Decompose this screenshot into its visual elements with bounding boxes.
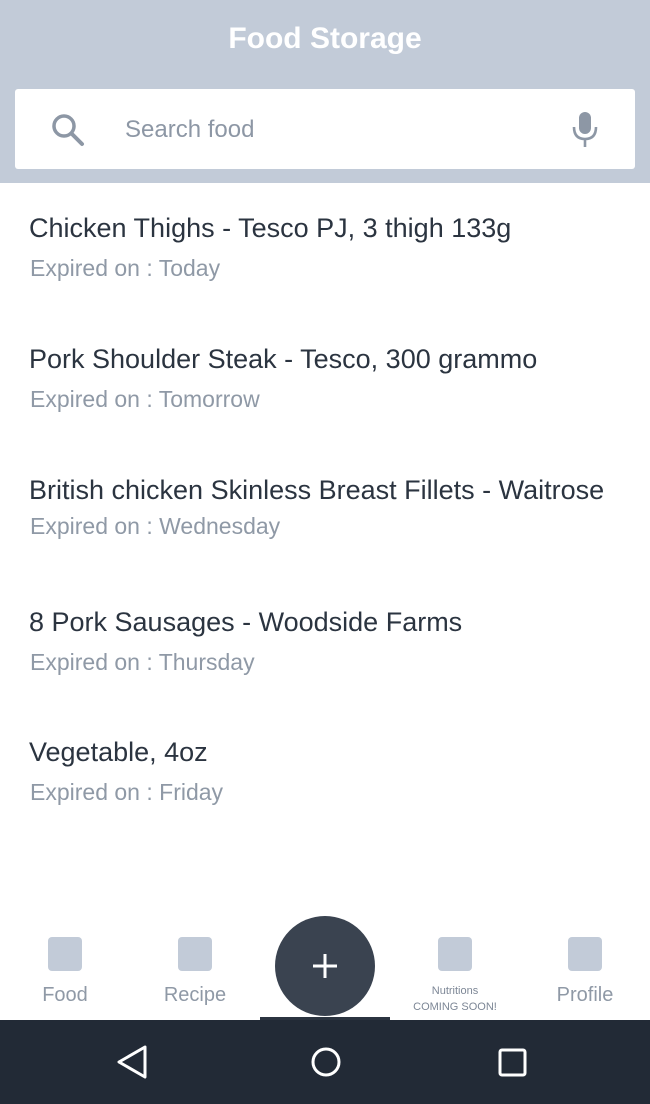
expiry-day: Wednesday <box>159 513 281 539</box>
nav-label-recipe: Recipe <box>163 984 227 1006</box>
expiry-prefix: Expired on : <box>30 513 160 539</box>
home-circle-icon[interactable] <box>309 1044 343 1080</box>
add-food-button[interactable] <box>275 916 375 1016</box>
back-triangle-icon[interactable] <box>115 1044 149 1080</box>
microphone-icon[interactable] <box>571 111 599 149</box>
search-input[interactable] <box>123 107 547 153</box>
expiry-day: Thursday <box>158 649 255 675</box>
food-item-name: British chicken Skinless Breast Fillets … <box>29 475 605 505</box>
nutritions-label: Nutritions <box>431 985 479 997</box>
food-item-name: Pork Shoulder Steak - Tesco, 300 grammo <box>29 344 538 374</box>
nav-tab-profile[interactable]: Profile <box>520 920 650 1020</box>
system-navigation-bar <box>0 1020 650 1104</box>
coming-soon-label: COMING SOON! <box>413 1001 497 1013</box>
food-item-expiry: Expired on : Today <box>30 255 220 282</box>
nav-label-profile: Profile <box>556 984 614 1006</box>
food-item-expiry: Expired on : Thursday <box>30 649 255 676</box>
expiry-prefix: Expired on : <box>30 255 159 281</box>
food-item-expiry: Expired on : Friday <box>30 779 223 806</box>
nav-tab-recipe[interactable]: Recipe <box>130 920 260 1020</box>
food-list-item[interactable]: Pork Shoulder Steak - Tesco, 300 grammo … <box>0 344 650 464</box>
food-item-name: Vegetable, 4oz <box>29 737 208 767</box>
food-item-expiry: Expired on : Tomorrow <box>30 386 260 413</box>
recents-square-icon[interactable] <box>496 1044 530 1080</box>
food-list-item[interactable]: British chicken Skinless Breast Fillets … <box>0 475 650 595</box>
nav-label-nutritions: Nutritions COMING SOON! <box>390 983 520 1015</box>
food-list-item[interactable]: Chicken Thighs - Tesco PJ, 3 thigh 133g … <box>0 213 650 333</box>
nav-label-food: Food <box>42 984 88 1006</box>
food-icon <box>48 937 82 971</box>
plus-icon <box>313 954 337 978</box>
profile-icon <box>568 937 602 971</box>
expiry-prefix: Expired on : <box>30 649 159 675</box>
nav-tab-food[interactable]: Food <box>0 920 130 1020</box>
nutritions-icon <box>438 937 472 971</box>
search-bar[interactable] <box>15 89 635 169</box>
page-title: Food Storage <box>228 22 422 55</box>
expiry-day: Today <box>158 255 221 281</box>
food-item-name: 8 Pork Sausages - Woodside Farms <box>29 607 463 637</box>
food-list-item[interactable]: 8 Pork Sausages - Woodside Farms Expired… <box>0 607 650 727</box>
nav-tab-nutritions[interactable]: Nutritions COMING SOON! <box>390 920 520 1020</box>
food-item-name: Chicken Thighs - Tesco PJ, 3 thigh 133g <box>29 213 512 243</box>
expiry-day: Friday <box>159 779 224 805</box>
recipe-icon <box>178 937 212 971</box>
search-icon[interactable] <box>51 113 85 147</box>
expiry-prefix: Expired on : <box>30 386 159 412</box>
app-header: Food Storage <box>0 0 650 183</box>
bottom-navigation: Food Recipe Nutritions COMING SOON! Prof… <box>0 916 650 1020</box>
expiry-day: Tomorrow <box>158 386 260 412</box>
food-list-item[interactable]: Vegetable, 4oz Expired on : Friday <box>0 737 650 857</box>
food-item-expiry: Expired on : Wednesday <box>30 513 280 540</box>
expiry-prefix: Expired on : <box>30 779 160 805</box>
